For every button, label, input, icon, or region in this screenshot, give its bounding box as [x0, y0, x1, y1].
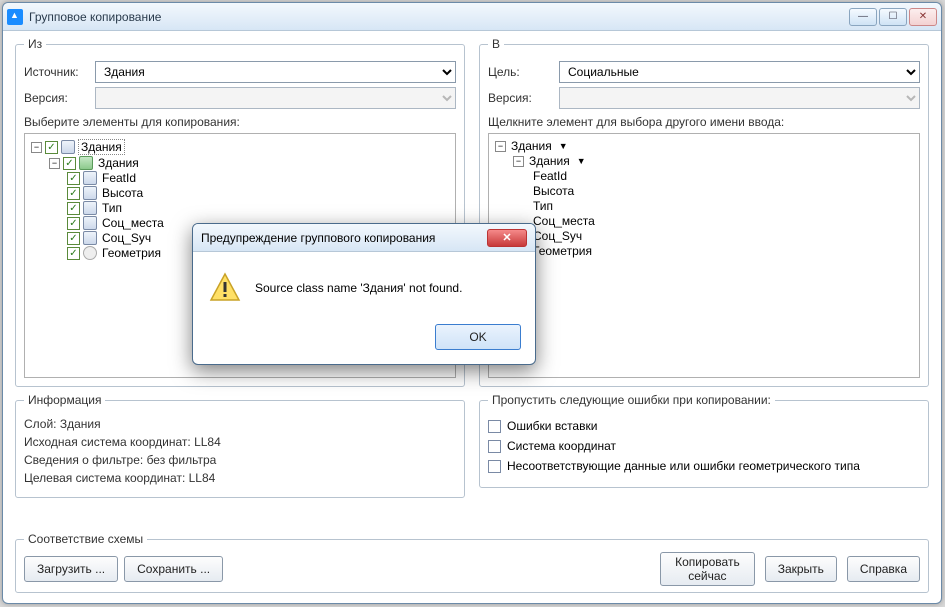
tree-node[interactable]: Здания — [527, 154, 572, 168]
tree-leaf[interactable]: Высота — [531, 184, 576, 198]
app-icon — [7, 9, 23, 25]
field-icon — [83, 201, 97, 215]
field-icon — [83, 216, 97, 230]
dialog-titlebar[interactable]: Предупреждение группового копирования ✕ — [193, 224, 535, 252]
source-tree-label: Выберите элементы для копирования: — [24, 115, 456, 129]
expander-icon[interactable]: − — [513, 156, 524, 167]
tree-leaf[interactable]: Соц_места — [531, 214, 597, 228]
tree-leaf[interactable]: Соц_Syч — [100, 231, 153, 245]
tree-leaf[interactable]: Соц_Syч — [531, 229, 584, 243]
schema-mapping-legend: Соответствие схемы — [24, 532, 147, 546]
window-close-button[interactable]: ✕ — [909, 8, 937, 26]
tree-node[interactable]: Здания — [96, 156, 141, 170]
info-fieldset: Информация Слой: Здания Исходная система… — [15, 393, 465, 498]
window-title: Групповое копирование — [29, 10, 849, 24]
checkbox[interactable] — [67, 217, 80, 230]
field-icon — [83, 171, 97, 185]
load-button[interactable]: Загрузить ... — [24, 556, 118, 582]
target-version-select — [559, 87, 920, 109]
label-insert-errors: Ошибки вставки — [507, 419, 597, 433]
expander-icon[interactable]: − — [495, 141, 506, 152]
dialog-ok-button[interactable]: OK — [435, 324, 521, 350]
geometry-icon — [83, 246, 97, 260]
errors-fieldset: Пропустить следующие ошибки при копирова… — [479, 393, 929, 488]
info-legend: Информация — [24, 393, 105, 407]
target-label: Цель: — [488, 65, 553, 79]
target-select[interactable]: Социальные — [559, 61, 920, 83]
info-dest-cs: Целевая система координат: LL84 — [24, 471, 456, 485]
checkbox[interactable] — [67, 187, 80, 200]
table-icon — [79, 156, 93, 170]
tree-leaf[interactable]: FeatId — [531, 169, 569, 183]
errors-legend: Пропустить следующие ошибки при копирова… — [488, 393, 775, 407]
dialog-title: Предупреждение группового копирования — [201, 231, 487, 245]
label-cs-errors: Система координат — [507, 439, 616, 453]
tree-leaf[interactable]: FeatId — [100, 171, 138, 185]
source-version-select — [95, 87, 456, 109]
save-button[interactable]: Сохранить ... — [124, 556, 223, 582]
checkbox[interactable] — [67, 202, 80, 215]
checkbox[interactable] — [45, 141, 58, 154]
schema-mapping-fieldset: Соответствие схемы Загрузить ... Сохрани… — [15, 532, 929, 593]
tree-leaf[interactable]: Тип — [531, 199, 555, 213]
tree-leaf[interactable]: Тип — [100, 201, 124, 215]
checkbox-cs-errors[interactable] — [488, 440, 501, 453]
target-tree-label: Щелкните элемент для выбора другого имен… — [488, 115, 920, 129]
schema-icon — [61, 140, 75, 154]
label-geom-errors: Несоответствующие данные или ошибки геом… — [507, 459, 860, 473]
field-icon — [83, 231, 97, 245]
tree-leaf[interactable]: Геометрия — [531, 244, 594, 258]
close-button[interactable]: Закрыть — [765, 556, 837, 582]
source-label: Источник: — [24, 65, 89, 79]
checkbox[interactable] — [67, 172, 80, 185]
info-filter: Сведения о фильтре: без фильтра — [24, 453, 456, 467]
field-icon — [83, 186, 97, 200]
checkbox-insert-errors[interactable] — [488, 420, 501, 433]
chevron-down-icon[interactable]: ▼ — [559, 141, 568, 151]
info-layer: Слой: Здания — [24, 417, 456, 431]
target-legend: В — [488, 37, 504, 51]
help-button[interactable]: Справка — [847, 556, 920, 582]
titlebar[interactable]: Групповое копирование — ☐ ✕ — [3, 3, 941, 31]
warning-icon — [209, 272, 241, 304]
expander-icon[interactable]: − — [49, 158, 60, 169]
checkbox[interactable] — [67, 247, 80, 260]
minimize-button[interactable]: — — [849, 8, 877, 26]
checkbox[interactable] — [67, 232, 80, 245]
dialog-close-button[interactable]: ✕ — [487, 229, 527, 247]
dialog-message: Source class name 'Здания' not found. — [255, 281, 462, 295]
source-select[interactable]: Здания — [95, 61, 456, 83]
tree-root[interactable]: Здания — [509, 139, 554, 153]
tree-leaf[interactable]: Геометрия — [100, 246, 163, 260]
checkbox[interactable] — [63, 157, 76, 170]
source-legend: Из — [24, 37, 46, 51]
tree-leaf[interactable]: Высота — [100, 186, 145, 200]
expander-icon[interactable]: − — [31, 142, 42, 153]
target-tree[interactable]: − Здания ▼ − Здания ▼ — [488, 133, 920, 378]
source-version-label: Версия: — [24, 91, 89, 105]
tree-leaf[interactable]: Соц_места — [100, 216, 166, 230]
checkbox-geom-errors[interactable] — [488, 460, 501, 473]
target-fieldset: В Цель: Социальные Версия: Щелкните элем… — [479, 37, 929, 387]
copy-now-button[interactable]: Копировать сейчас — [660, 552, 755, 586]
tree-root-editing[interactable]: Здания — [78, 139, 125, 155]
chevron-down-icon[interactable]: ▼ — [577, 156, 586, 166]
target-version-label: Версия: — [488, 91, 553, 105]
warning-dialog: Предупреждение группового копирования ✕ … — [192, 223, 536, 365]
maximize-button[interactable]: ☐ — [879, 8, 907, 26]
info-source-cs: Исходная система координат: LL84 — [24, 435, 456, 449]
